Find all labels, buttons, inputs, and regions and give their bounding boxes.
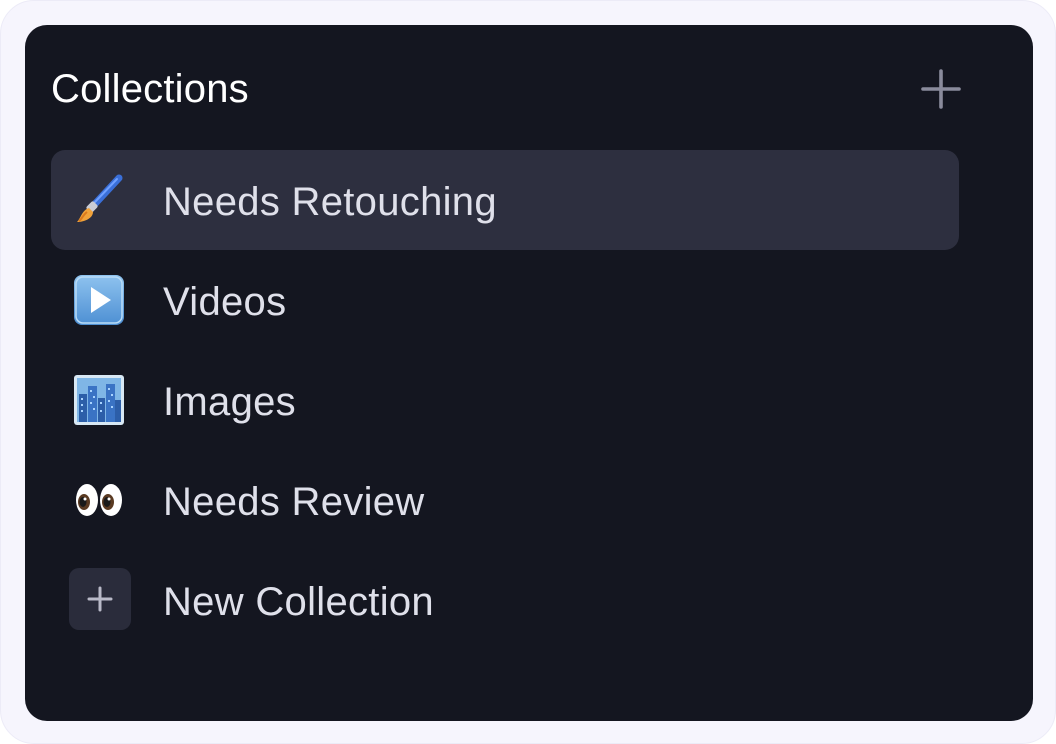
collection-item-videos[interactable]: Videos [51, 250, 959, 350]
window-frame: Collections Needs Retouching Videos Imag… [0, 0, 1056, 744]
collection-label: Images [163, 380, 296, 424]
cityscape-icon [73, 374, 125, 426]
collection-item-needs-review[interactable]: Needs Review [51, 450, 959, 550]
panel-title: Collections [51, 67, 249, 111]
paintbrush-icon [73, 174, 125, 226]
collection-label: Needs Retouching [163, 180, 497, 224]
collection-label: Needs Review [163, 480, 425, 524]
new-collection-button[interactable]: New Collection [51, 550, 959, 650]
add-collection-button[interactable] [919, 67, 963, 111]
eyes-icon [73, 474, 125, 526]
collections-header: Collections [51, 63, 961, 115]
collection-label: Videos [163, 280, 287, 324]
collection-item-needs-retouching[interactable]: Needs Retouching [51, 150, 959, 250]
plus-icon [921, 69, 961, 109]
new-collection-label: New Collection [163, 580, 434, 624]
new-collection-icon-box [69, 568, 131, 630]
play-button-icon [73, 274, 125, 326]
collection-item-images[interactable]: Images [51, 350, 959, 450]
plus-icon [87, 586, 113, 612]
collections-list: Needs Retouching Videos Images Needs Rev… [51, 150, 959, 650]
